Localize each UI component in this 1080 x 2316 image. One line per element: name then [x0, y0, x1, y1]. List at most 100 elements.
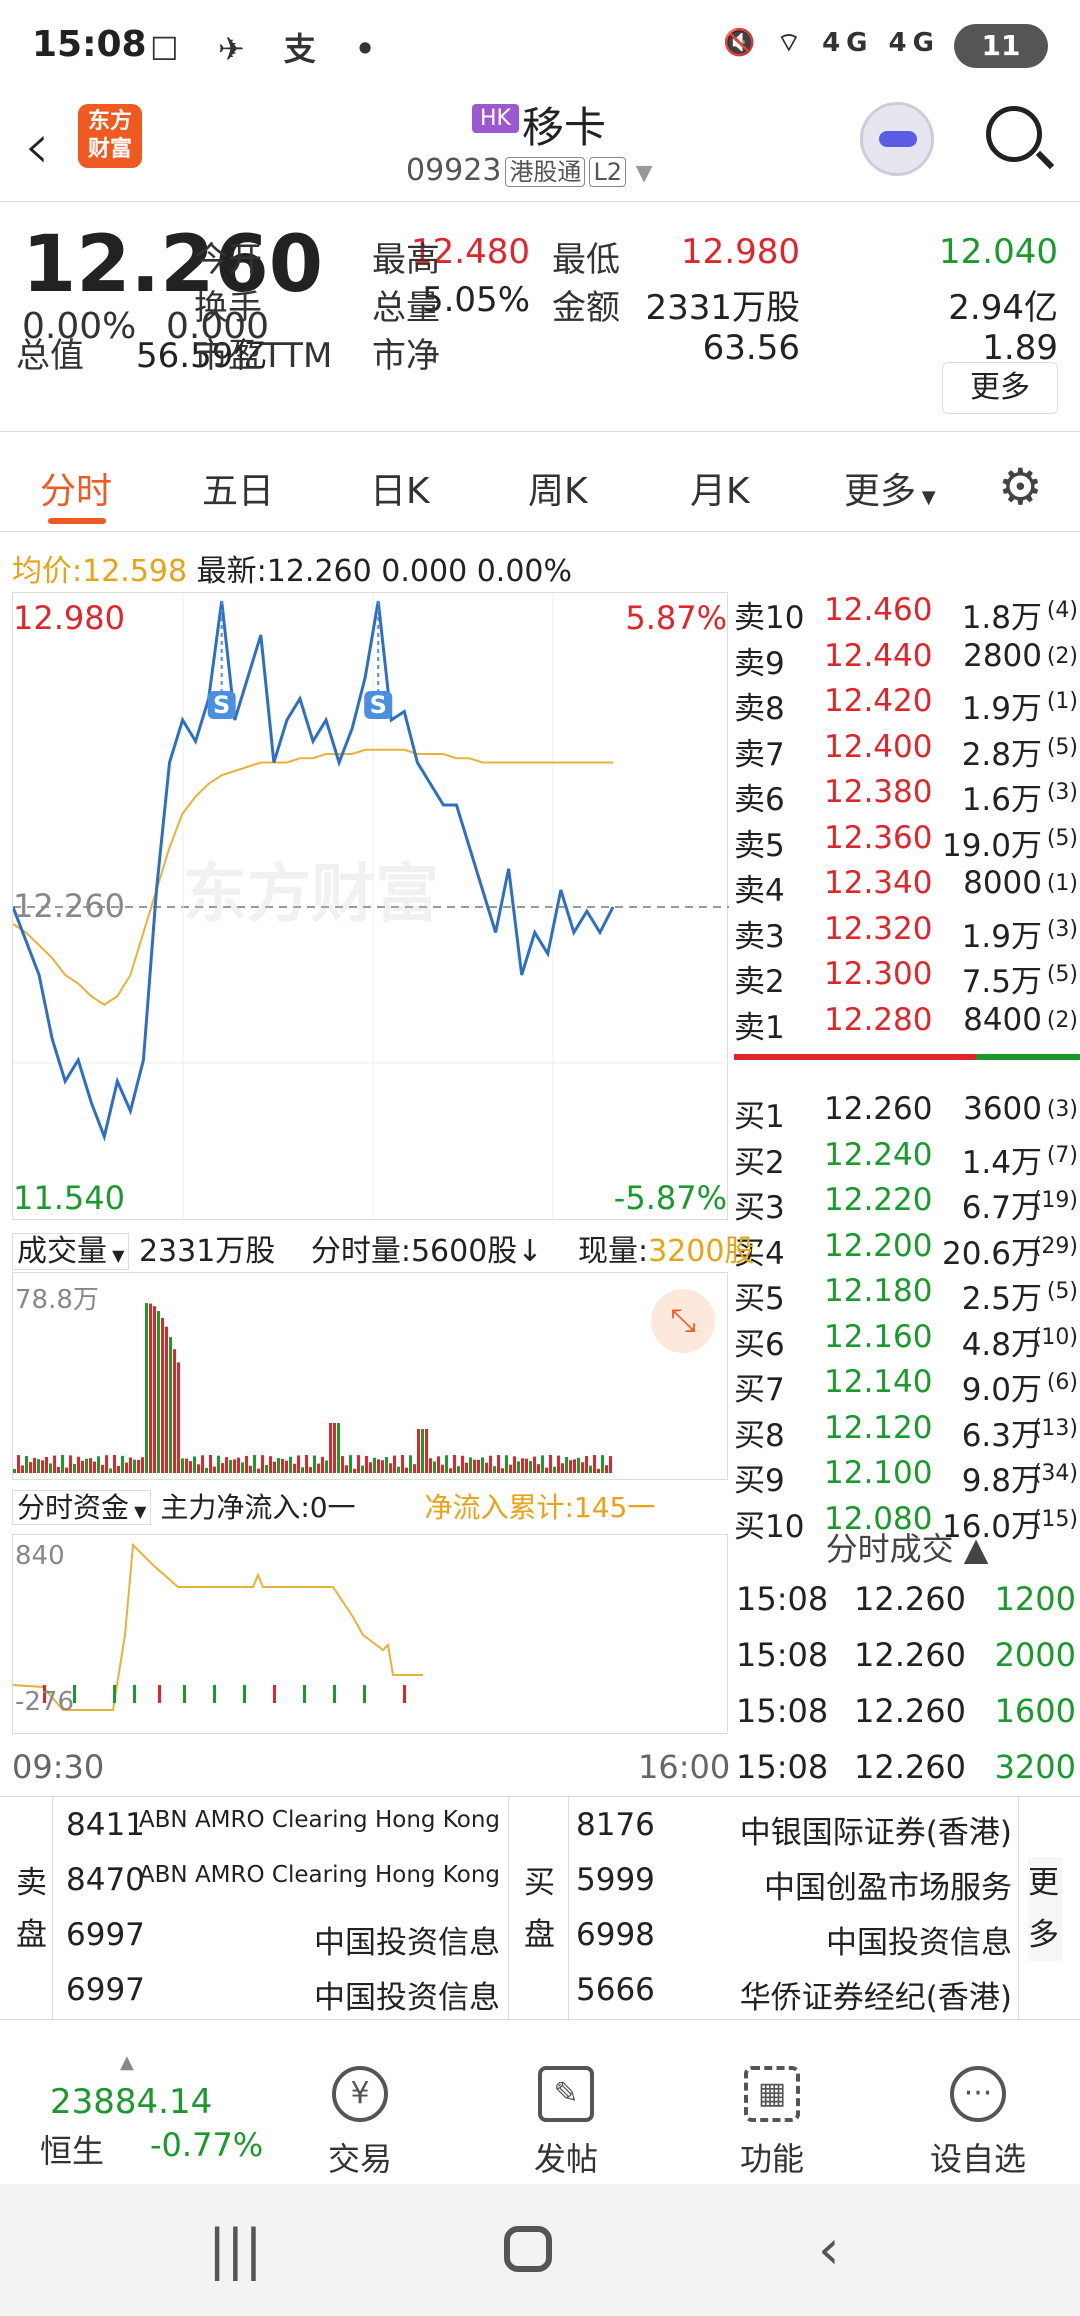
ask-row[interactable]: 卖8 12.420 1.9万 (1) — [734, 683, 1080, 728]
tick-volume: 1200 — [994, 1580, 1076, 1618]
level-label: 卖1 — [734, 1009, 785, 1046]
ticks-title[interactable]: 分时成交 ▲ — [734, 1524, 1080, 1580]
broker-name: ABN AMRO Clearing Hong Kong — [138, 1807, 500, 1833]
ticks-title-label: 分时成交 — [825, 1530, 954, 1568]
bid-row[interactable]: 买8 12.120 6.3万 (13) — [734, 1410, 1080, 1455]
level-count: (5) — [1046, 962, 1078, 987]
level-count: (2) — [1046, 1007, 1078, 1033]
quote-value: 12.040 — [939, 232, 1058, 272]
volume-bar — [357, 1455, 360, 1473]
ask-row[interactable]: 卖3 12.320 1.9万 (3) — [734, 911, 1080, 956]
level-volume: 1.9万 — [961, 918, 1042, 955]
volume-bar — [413, 1464, 416, 1473]
volume-bar — [89, 1458, 92, 1473]
bid-row[interactable]: 买9 12.100 9.8万 (34) — [734, 1455, 1080, 1500]
volume-bar — [125, 1462, 128, 1473]
tab-day-k[interactable]: 日K — [370, 462, 430, 514]
tick-price: 12.260 — [854, 1748, 966, 1786]
bid-row[interactable]: 买3 12.220 6.7万 (19) — [734, 1182, 1080, 1227]
tab-five-day[interactable]: 五日 — [202, 462, 274, 514]
level-count: (34) — [1032, 1461, 1078, 1486]
expand-icon[interactable]: ⤡ — [651, 1289, 715, 1353]
level-price: 12.120 — [824, 1409, 933, 1446]
broker-queue[interactable]: 卖盘 买盘 更多 8411 ABN AMRO Clearing Hong Kong 847… — [0, 1796, 1080, 2021]
recent-apps-icon[interactable]: ||| — [208, 2218, 263, 2281]
volume-bar — [429, 1458, 432, 1473]
ask-row[interactable]: 卖5 12.360 19.0万 (5) — [734, 820, 1080, 865]
level-count: (3) — [1046, 1097, 1078, 1122]
gear-icon[interactable]: ⚙ — [998, 458, 1043, 516]
intraday-chart[interactable]: S S 12.980 5.87% 12.260 11.540 -5.87% 东方财… — [11, 592, 729, 1221]
level-volume: 2.5万 — [961, 1281, 1042, 1317]
level-volume: 8000 — [963, 865, 1042, 901]
volume-bar — [509, 1464, 512, 1473]
ask-row[interactable]: 卖9 12.440 2800 (2) — [734, 638, 1080, 683]
volume-bar — [169, 1337, 172, 1473]
latest-value: 12.260 — [266, 554, 372, 589]
tab-more[interactable]: 更多 ▼ — [844, 462, 936, 514]
ask-row[interactable]: 卖7 12.400 2.8万 (5) — [734, 729, 1080, 774]
add-watchlist-button[interactable]: ··· 设自选 — [918, 2058, 1038, 2180]
index-value[interactable]: 23884.14 — [50, 2082, 212, 2122]
flow-selector[interactable]: 分时资金 ▼ — [12, 1490, 152, 1525]
volume-bar — [493, 1466, 496, 1473]
level-volume: 19.0万 — [941, 827, 1042, 864]
volume-bar — [185, 1458, 188, 1473]
tab-week-k[interactable]: 周K — [528, 462, 588, 514]
volume-selector[interactable]: 成交量 ▼ — [12, 1233, 130, 1270]
quote-label: 市盈TTM — [194, 336, 333, 376]
level-label: 卖9 — [734, 645, 785, 682]
bid-row[interactable]: 买5 12.180 2.5万 (5) — [734, 1273, 1080, 1318]
tab-month-k[interactable]: 月K — [690, 462, 750, 514]
level-count: (4) — [1046, 598, 1078, 623]
back-icon[interactable]: ‹ — [24, 110, 50, 184]
broker-name: ABN AMRO Clearing Hong Kong — [138, 1862, 500, 1888]
more-button[interactable]: 更多 — [942, 362, 1058, 414]
function-button[interactable]: ▦ 功能 — [712, 2058, 832, 2180]
volume-bar — [189, 1461, 192, 1473]
ask-row[interactable]: 卖6 12.380 1.6万 (3) — [734, 774, 1080, 819]
search-icon[interactable] — [986, 106, 1042, 162]
ask-row[interactable]: 卖2 12.300 7.5万 (5) — [734, 956, 1080, 1001]
signal-marker[interactable]: S — [207, 601, 236, 719]
fund-flow-chart[interactable]: 840 -276 — [12, 1534, 728, 1734]
tick-volume: 1600 — [994, 1692, 1076, 1730]
level-price: 12.280 — [824, 1001, 933, 1038]
ask-row[interactable]: 卖10 12.460 1.8万 (4) — [734, 592, 1080, 637]
yen-icon: ¥ — [332, 2066, 388, 2122]
volume-bar — [457, 1466, 460, 1473]
bid-row[interactable]: 买2 12.240 1.4万 (7) — [734, 1137, 1080, 1182]
volume-bar — [449, 1468, 452, 1473]
trade-button[interactable]: ¥ 交易 — [300, 2058, 420, 2180]
bid-row[interactable]: 买6 12.160 4.8万 (10) — [734, 1319, 1080, 1364]
volume-bar — [549, 1455, 552, 1473]
home-icon[interactable] — [504, 2226, 552, 2272]
high-pct-label: 5.87% — [625, 599, 727, 637]
volume-bar — [49, 1463, 52, 1473]
bid-row[interactable]: 买7 12.140 9.0万 (6) — [734, 1364, 1080, 1409]
volume-chart[interactable]: 78.8万 ⤡ — [12, 1272, 728, 1480]
ask-row[interactable]: 卖4 12.340 8000 (1) — [734, 865, 1080, 910]
bid-row[interactable]: 买1 12.260 3600 (3) — [734, 1091, 1080, 1136]
robot-assistant-icon[interactable] — [860, 102, 934, 176]
back-nav-icon[interactable]: ‹ — [818, 2218, 840, 2281]
volume-bar — [521, 1458, 524, 1473]
tick-time: 15:08 — [736, 1580, 829, 1618]
volume-bar — [157, 1311, 160, 1473]
stock-code-row[interactable]: 09923 港股通 L2 ▼ — [406, 152, 653, 188]
bid-row[interactable]: 买4 12.200 20.6万 (29) — [734, 1228, 1080, 1273]
flow-min-label: -276 — [15, 1687, 75, 1717]
volume-bar — [545, 1467, 548, 1473]
volume-bar — [553, 1466, 556, 1473]
level-label: 卖10 — [734, 600, 805, 636]
post-button[interactable]: ✎ 发帖 — [506, 2058, 626, 2180]
volume-bar — [589, 1465, 592, 1473]
volume-bar — [69, 1455, 72, 1473]
svg-text:S: S — [213, 691, 230, 719]
tab-intraday[interactable]: 分时 — [40, 462, 112, 514]
tick-time: 15:08 — [736, 1636, 829, 1674]
level-label: 卖7 — [734, 736, 785, 773]
broker-more-button[interactable]: 更多 — [1028, 1857, 1062, 1961]
ask-row[interactable]: 卖1 12.280 8400 (2) — [734, 1002, 1080, 1047]
broker-name: 中国投资信息 — [314, 1980, 500, 2016]
